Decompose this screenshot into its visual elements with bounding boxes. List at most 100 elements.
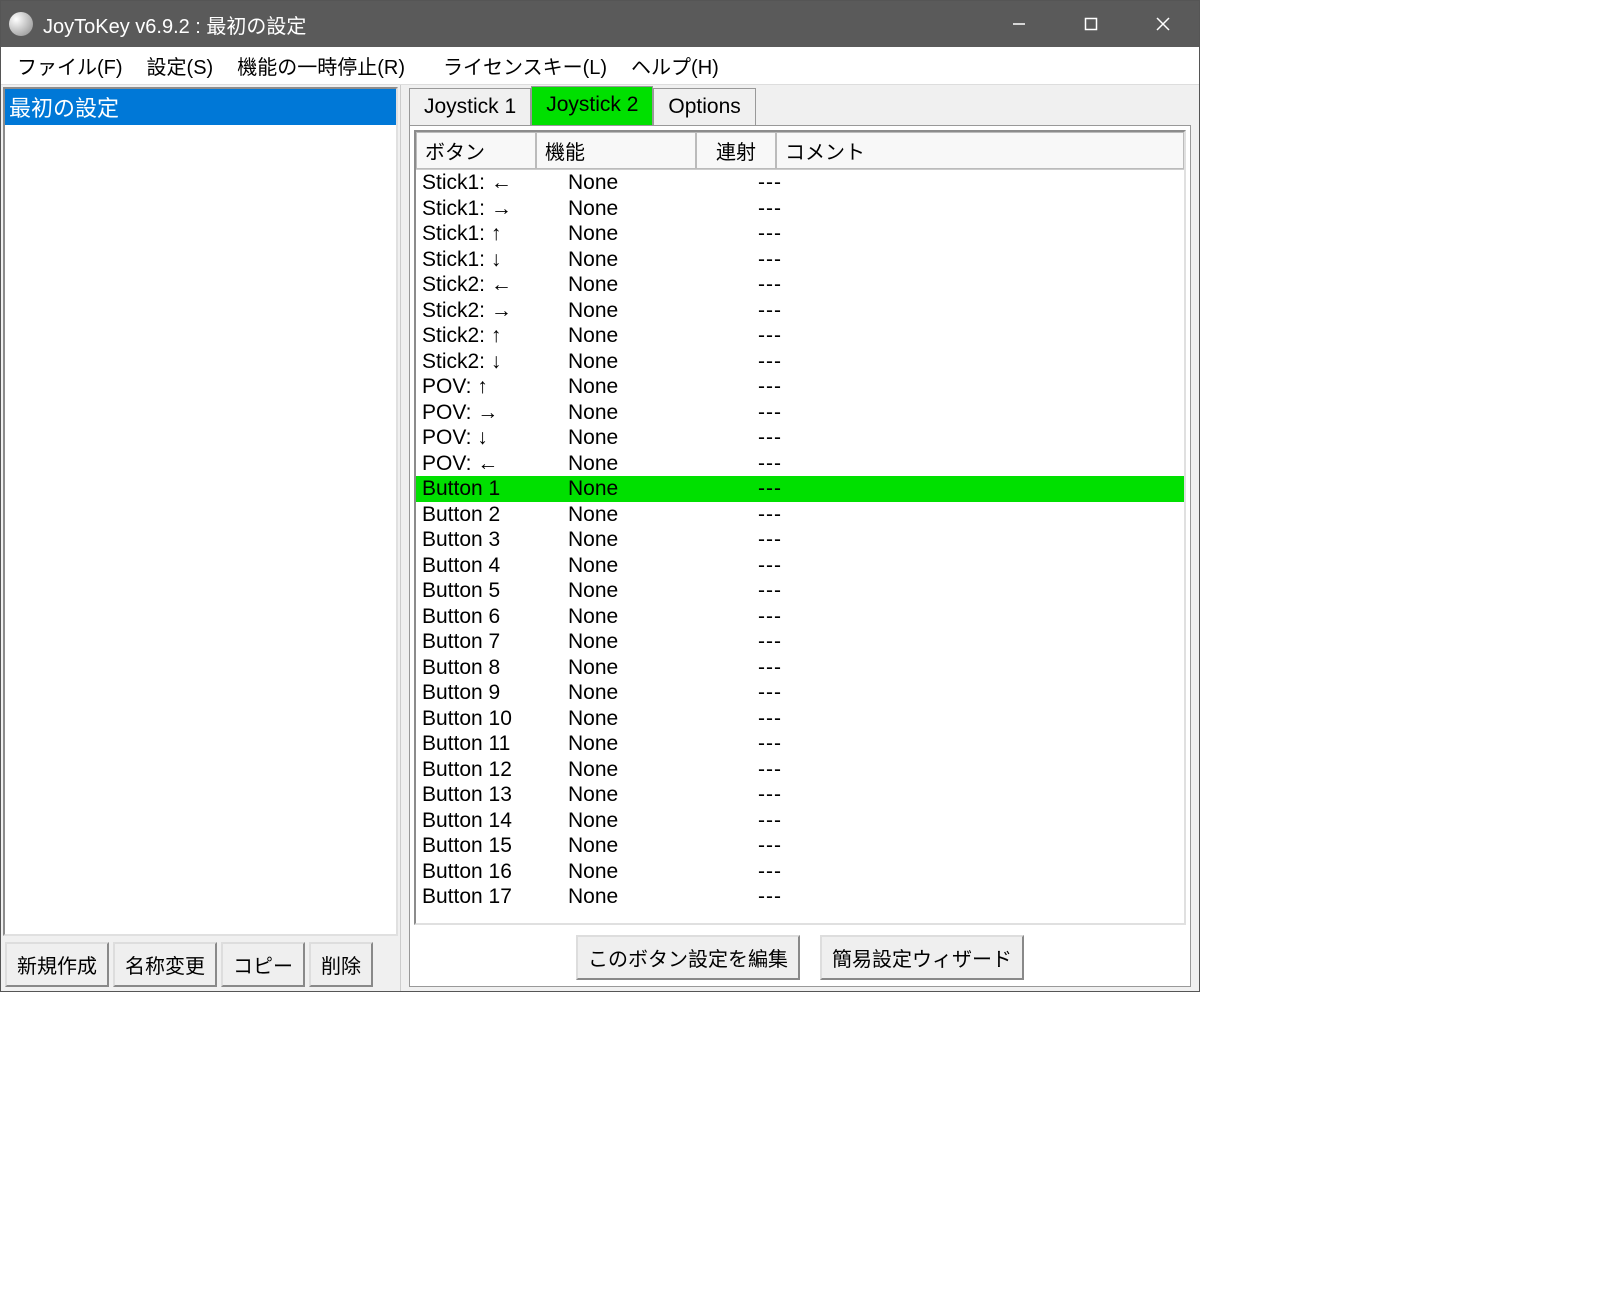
delete-profile-button[interactable]: 削除	[309, 942, 373, 987]
cell-function: None	[538, 808, 698, 834]
table-row[interactable]: Stick2: ←None---	[416, 272, 1184, 298]
cell-rapid: ---	[698, 655, 938, 681]
cell-function: None	[538, 706, 698, 732]
table-row[interactable]: Button 4None---	[416, 553, 1184, 579]
table-row[interactable]: Button 9None---	[416, 680, 1184, 706]
cell-comment	[938, 170, 1182, 196]
cell-button: Stick1: ←	[418, 170, 538, 196]
cell-comment	[938, 349, 1182, 375]
cell-button: Button 10	[418, 706, 538, 732]
minimize-icon	[1012, 17, 1026, 31]
cell-rapid: ---	[698, 298, 938, 324]
copy-profile-button[interactable]: コピー	[221, 942, 305, 987]
cell-button: Button 1	[418, 476, 538, 502]
titlebar[interactable]: JoyToKey v6.9.2 : 最初の設定	[1, 1, 1199, 47]
cell-function: None	[538, 451, 698, 477]
cell-function: None	[538, 782, 698, 808]
table-row[interactable]: Button 7None---	[416, 629, 1184, 655]
table-row[interactable]: Button 13None---	[416, 782, 1184, 808]
profile-buttons: 新規作成 名称変更 コピー 削除	[1, 938, 400, 991]
cell-button: Button 12	[418, 757, 538, 783]
tab-joystick1[interactable]: Joystick 1	[409, 88, 531, 125]
table-row[interactable]: Button 16None---	[416, 859, 1184, 885]
profile-item[interactable]: 最初の設定	[5, 89, 396, 125]
cell-comment	[938, 629, 1182, 655]
cell-button: POV: ↓	[418, 425, 538, 451]
cell-comment	[938, 272, 1182, 298]
cell-rapid: ---	[698, 706, 938, 732]
cell-button: Button 2	[418, 502, 538, 528]
maximize-button[interactable]	[1055, 1, 1127, 47]
table-row[interactable]: POV: ↓None---	[416, 425, 1184, 451]
table-row[interactable]: POV: ←None---	[416, 451, 1184, 477]
cell-comment	[938, 706, 1182, 732]
table-row[interactable]: Button 10None---	[416, 706, 1184, 732]
cell-function: None	[538, 298, 698, 324]
header-button[interactable]: ボタン	[416, 132, 536, 169]
wizard-button[interactable]: 簡易設定ウィザード	[820, 935, 1024, 980]
table-row[interactable]: Button 5None---	[416, 578, 1184, 604]
header-comment[interactable]: コメント	[776, 132, 1184, 169]
cell-comment	[938, 553, 1182, 579]
table-row[interactable]: Button 15None---	[416, 833, 1184, 859]
cell-button: Button 13	[418, 782, 538, 808]
cell-function: None	[538, 629, 698, 655]
edit-button[interactable]: このボタン設定を編集	[576, 935, 800, 980]
table-row[interactable]: POV: ↑None---	[416, 374, 1184, 400]
table-row[interactable]: Button 17None---	[416, 884, 1184, 910]
table-row[interactable]: Stick2: ↑None---	[416, 323, 1184, 349]
tab-strip: Joystick 1 Joystick 2 Options	[409, 87, 1191, 125]
cell-rapid: ---	[698, 782, 938, 808]
cell-button: Button 15	[418, 833, 538, 859]
table-row[interactable]: POV: →None---	[416, 400, 1184, 426]
minimize-button[interactable]	[983, 1, 1055, 47]
table-row[interactable]: Stick2: →None---	[416, 298, 1184, 324]
profile-list[interactable]: 最初の設定	[3, 87, 398, 936]
table-row[interactable]: Button 14None---	[416, 808, 1184, 834]
table-row[interactable]: Button 3None---	[416, 527, 1184, 553]
header-rapid[interactable]: 連射	[696, 132, 776, 169]
cell-function: None	[538, 425, 698, 451]
tab-options[interactable]: Options	[653, 88, 755, 125]
cell-rapid: ---	[698, 859, 938, 885]
cell-comment	[938, 400, 1182, 426]
cell-comment	[938, 502, 1182, 528]
rename-profile-button[interactable]: 名称変更	[113, 942, 217, 987]
table-row[interactable]: Stick1: ←None---	[416, 170, 1184, 196]
cell-comment	[938, 655, 1182, 681]
menu-settings[interactable]: 設定(S)	[135, 47, 226, 84]
close-button[interactable]	[1127, 1, 1199, 47]
header-function[interactable]: 機能	[536, 132, 696, 169]
cell-button: Stick2: ↓	[418, 349, 538, 375]
table-row[interactable]: Stick1: ↓None---	[416, 247, 1184, 273]
table-row[interactable]: Button 1None---	[416, 476, 1184, 502]
table-header: ボタン 機能 連射 コメント	[416, 132, 1184, 170]
cell-rapid: ---	[698, 604, 938, 630]
table-row[interactable]: Button 2None---	[416, 502, 1184, 528]
menu-license[interactable]: ライセンスキー(L)	[431, 47, 619, 84]
cell-rapid: ---	[698, 757, 938, 783]
table-row[interactable]: Stick2: ↓None---	[416, 349, 1184, 375]
new-profile-button[interactable]: 新規作成	[5, 942, 109, 987]
table-row[interactable]: Button 8None---	[416, 655, 1184, 681]
mapping-table[interactable]: ボタン 機能 連射 コメント Stick1: ←None---Stick1: →…	[414, 130, 1186, 925]
cell-button: Stick1: →	[418, 196, 538, 222]
cell-button: Button 8	[418, 655, 538, 681]
tab-joystick2[interactable]: Joystick 2	[531, 86, 653, 125]
cell-function: None	[538, 272, 698, 298]
cell-function: None	[538, 578, 698, 604]
table-row[interactable]: Stick1: →None---	[416, 196, 1184, 222]
table-row[interactable]: Button 6None---	[416, 604, 1184, 630]
cell-function: None	[538, 502, 698, 528]
table-row[interactable]: Button 12None---	[416, 757, 1184, 783]
cell-button: Button 9	[418, 680, 538, 706]
window-controls	[983, 1, 1199, 47]
menu-pause[interactable]: 機能の一時停止(R)	[225, 47, 417, 84]
table-row[interactable]: Button 11None---	[416, 731, 1184, 757]
tab-content: ボタン 機能 連射 コメント Stick1: ←None---Stick1: →…	[409, 125, 1191, 987]
menu-help[interactable]: ヘルプ(H)	[619, 47, 731, 84]
cell-comment	[938, 782, 1182, 808]
cell-function: None	[538, 757, 698, 783]
table-row[interactable]: Stick1: ↑None---	[416, 221, 1184, 247]
menu-file[interactable]: ファイル(F)	[5, 47, 135, 84]
